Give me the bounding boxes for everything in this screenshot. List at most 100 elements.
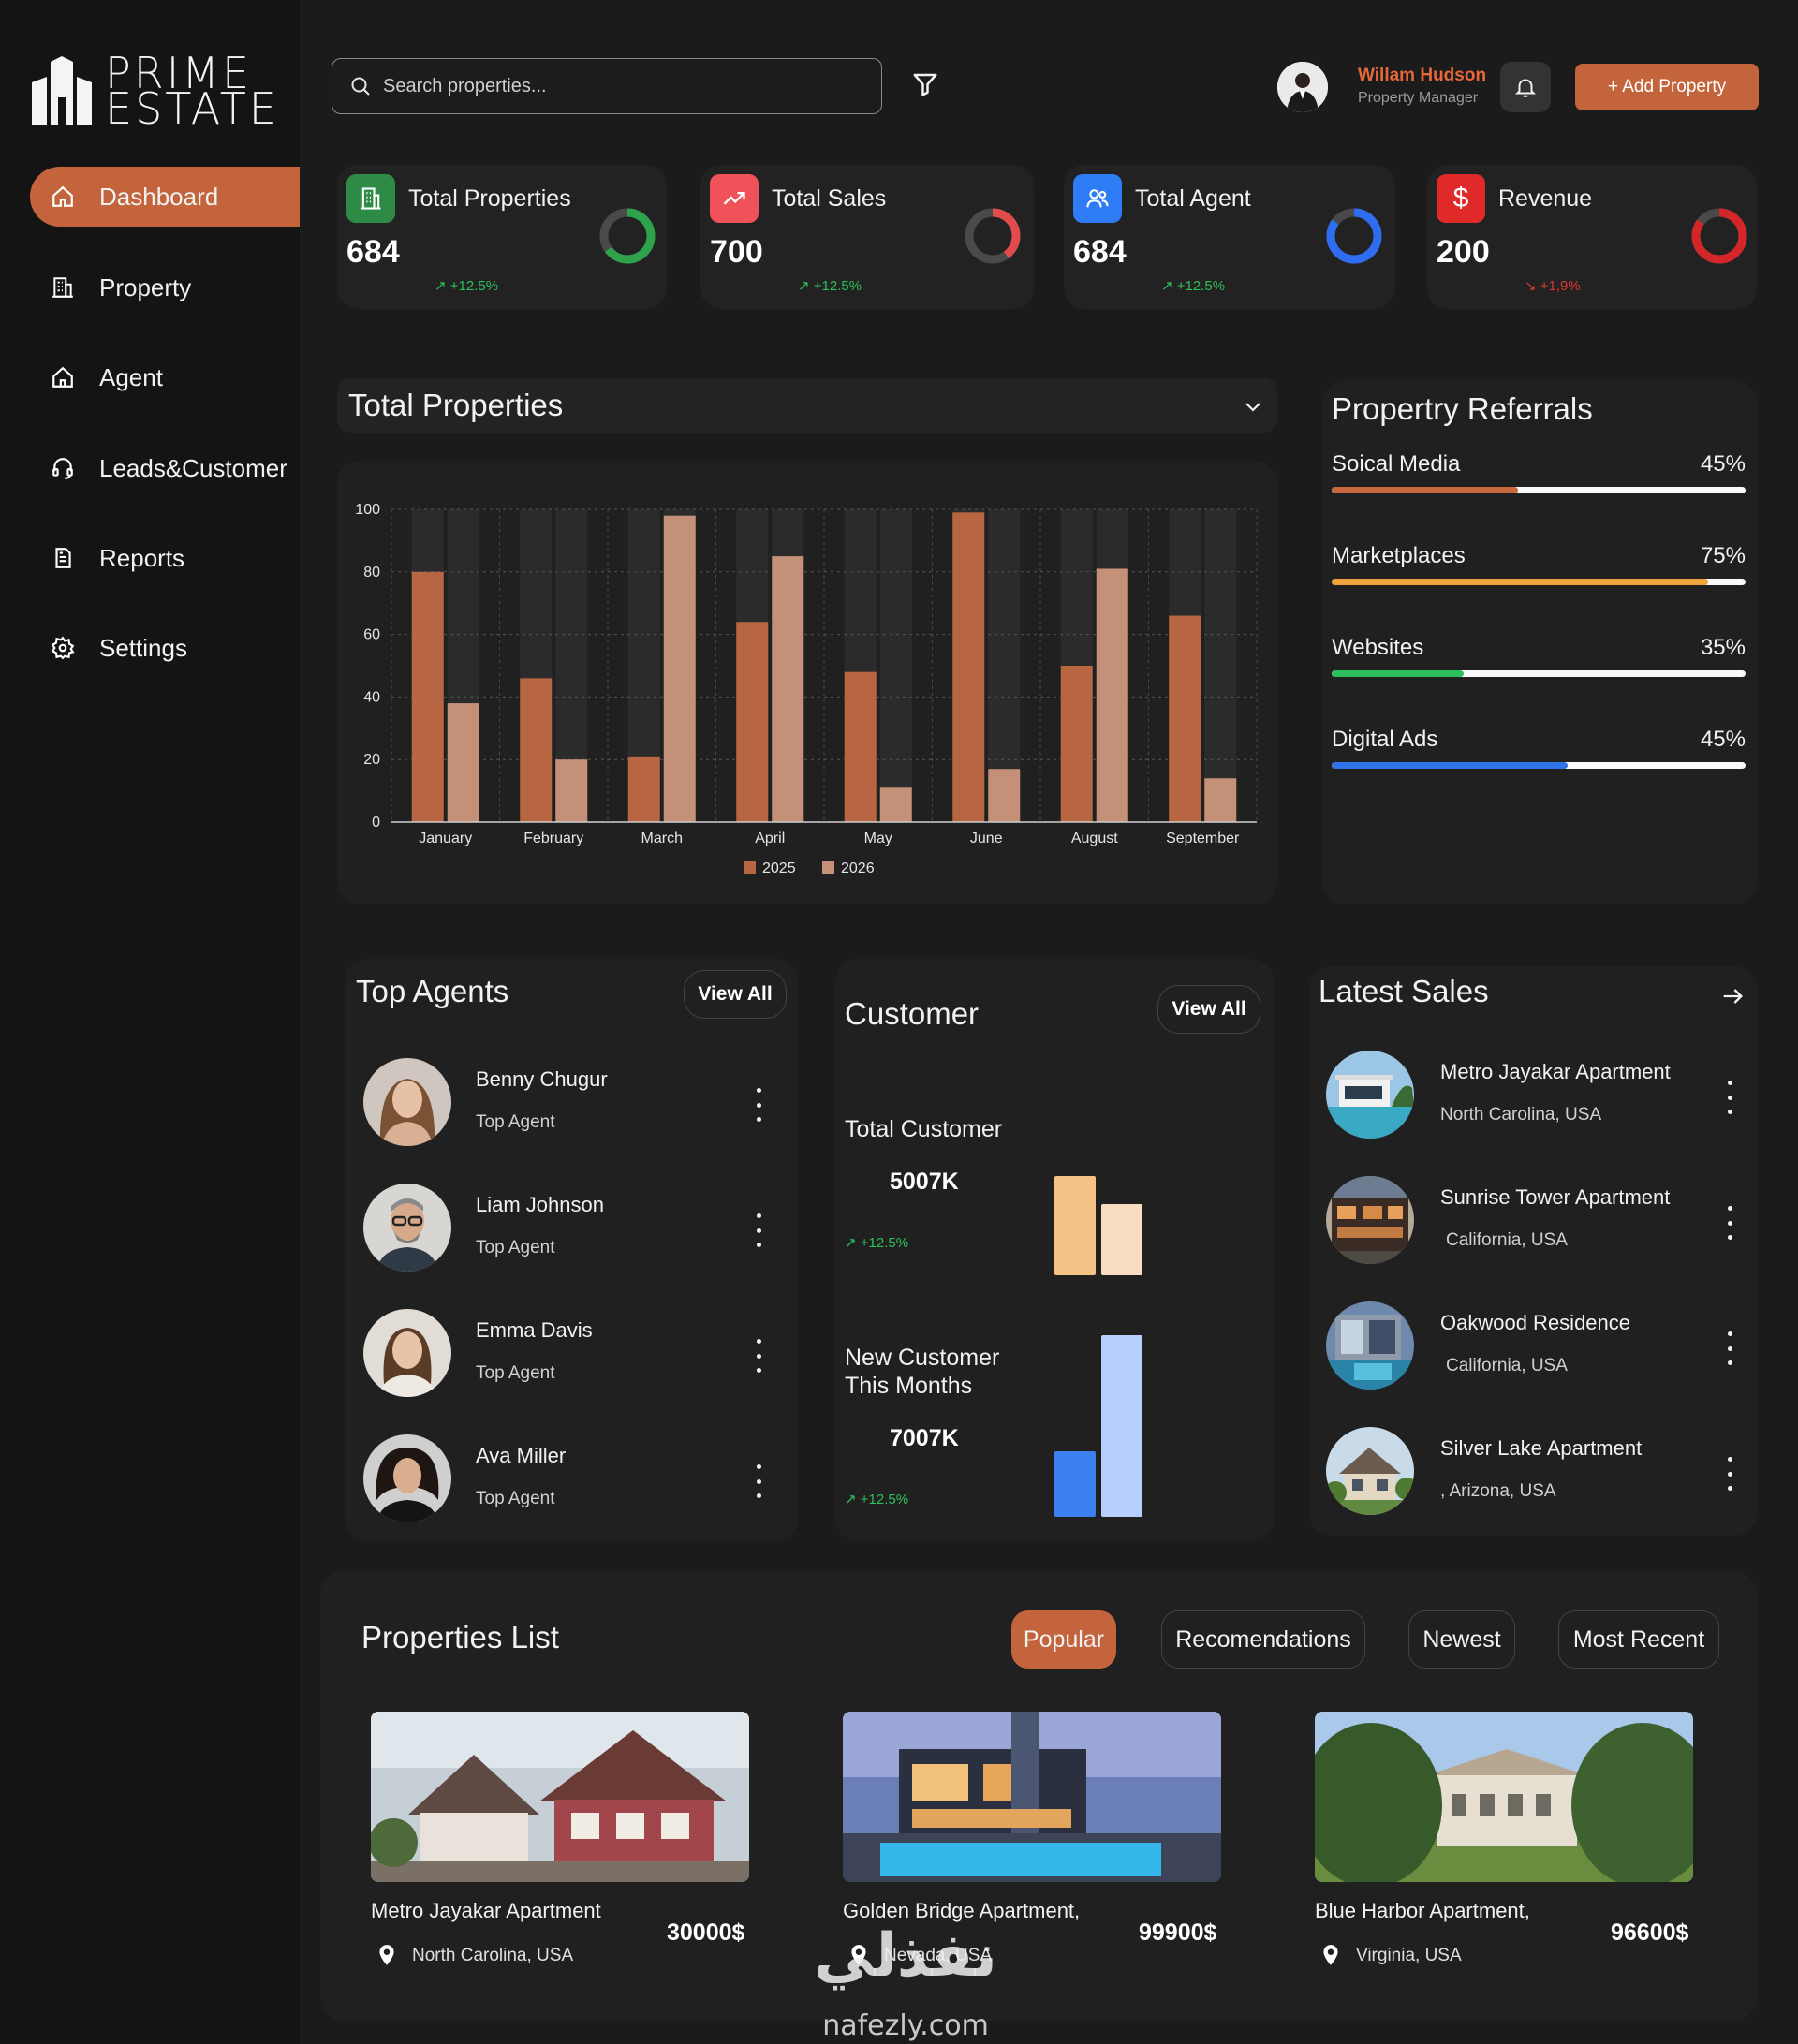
- sale-row[interactable]: Sunrise Tower Apartment California, USA: [1326, 1176, 1747, 1270]
- user-role: Property Manager: [1358, 90, 1479, 106]
- referral-progress-fill: [1332, 670, 1465, 677]
- bar-2026-january[interactable]: [447, 703, 479, 822]
- add-property-button[interactable]: + Add Property: [1575, 64, 1759, 110]
- sale-row[interactable]: Metro Jayakar Apartment North Carolina, …: [1326, 1051, 1747, 1144]
- sale-name: Silver Lake Apartment: [1440, 1436, 1643, 1460]
- referral-progress-bar: [1332, 487, 1746, 493]
- trend-up-icon: ↗: [845, 1492, 861, 1507]
- stat-trend-value: +12.5%: [1176, 278, 1226, 294]
- bar-2025-january[interactable]: [411, 571, 444, 822]
- referral-label: Websites: [1332, 635, 1424, 660]
- trend-value: +12.5%: [860, 1235, 909, 1251]
- bar-2025-june[interactable]: [952, 512, 985, 822]
- user-name[interactable]: Willam Hudson: [1358, 66, 1486, 86]
- agent-avatar: [363, 1309, 451, 1397]
- bar-2026-september[interactable]: [1204, 778, 1237, 822]
- stat-card-total-agent[interactable]: Total Agent 684 ↗ +12.5%: [1064, 165, 1395, 309]
- agent-avatar: [363, 1434, 451, 1522]
- property-image: [843, 1712, 1221, 1882]
- referral-progress-fill: [1332, 487, 1518, 493]
- sale-location: , Arizona, USA: [1440, 1481, 1556, 1501]
- tab-newest[interactable]: Newest: [1408, 1610, 1515, 1669]
- agent-role: Top Agent: [476, 1238, 555, 1257]
- stat-card-total-properties[interactable]: Total Properties 684 ↗ +12.5%: [337, 165, 667, 309]
- stat-trend: ↗ +12.5%: [435, 277, 498, 294]
- dollar-icon: $: [1437, 174, 1485, 223]
- agent-name: Ava Miller: [476, 1444, 567, 1467]
- sidebar-item-dashboard[interactable]: Dashboard: [30, 167, 300, 227]
- more-options-icon[interactable]: [1720, 1328, 1739, 1369]
- referral-progress-fill: [1332, 762, 1568, 769]
- sidebar-item-label: Agent: [99, 362, 163, 391]
- bar-2026-march[interactable]: [663, 515, 696, 822]
- stat-trend-value: +12.5%: [450, 278, 499, 294]
- more-options-icon[interactable]: [1720, 1077, 1739, 1118]
- referral-percent: 35%: [1700, 635, 1746, 660]
- stat-trend: ↘ +1,9%: [1525, 277, 1581, 294]
- more-options-icon[interactable]: [749, 1335, 768, 1376]
- notification-button[interactable]: [1500, 62, 1551, 112]
- chevron-down-icon[interactable]: [1242, 395, 1264, 418]
- bar-2025-march[interactable]: [627, 756, 660, 822]
- sidebar-item-property[interactable]: Property: [30, 257, 300, 317]
- trend-down-icon: ↘: [1525, 278, 1540, 294]
- bar-2025-may[interactable]: [844, 671, 877, 822]
- watermark-latin: nafezly.com: [822, 2009, 989, 2042]
- more-options-icon[interactable]: [749, 1461, 768, 1502]
- property-location: Virginia, USA: [1356, 1946, 1462, 1965]
- more-options-icon[interactable]: [749, 1210, 768, 1251]
- trend-up-icon: ↗: [435, 278, 450, 294]
- y-tick-label: 0: [372, 815, 380, 831]
- bar-2026-august[interactable]: [1096, 568, 1128, 822]
- search-box[interactable]: [332, 58, 882, 114]
- more-options-icon[interactable]: [749, 1084, 768, 1125]
- sidebar-item-settings[interactable]: Settings: [30, 618, 300, 678]
- x-tick-label: March: [641, 831, 683, 846]
- brand-logo[interactable]: PRIME ESTATE: [30, 51, 276, 131]
- y-tick-label: 40: [363, 689, 380, 705]
- stat-card-revenue[interactable]: $ Revenue 200 ↘ +1,9%: [1427, 165, 1757, 309]
- sidebar-item-agent[interactable]: Agent: [30, 347, 300, 407]
- logo-mark-icon: [32, 56, 92, 125]
- view-all-customers-button[interactable]: View All: [1157, 985, 1260, 1034]
- bar-background: [879, 509, 912, 822]
- arrow-right-icon[interactable]: [1719, 983, 1746, 1009]
- sidebar-item-label: Settings: [99, 633, 187, 662]
- trend-up-icon: [710, 174, 759, 223]
- view-all-agents-button[interactable]: View All: [684, 970, 787, 1019]
- bar-2026-may[interactable]: [879, 787, 912, 822]
- bar-2026-february[interactable]: [555, 759, 588, 822]
- more-options-icon[interactable]: [1720, 1453, 1739, 1494]
- tab-most-recent[interactable]: Most Recent: [1558, 1610, 1719, 1669]
- more-options-icon[interactable]: [1720, 1202, 1739, 1243]
- property-referrals-card: Propertry Referrals Soical Media 45% Mar…: [1322, 380, 1757, 904]
- total-customer-value: 5007K: [890, 1169, 959, 1195]
- bar-2026-april[interactable]: [772, 556, 804, 822]
- stat-card-total-sales[interactable]: Total Sales 700 ↗ +12.5%: [700, 165, 1034, 309]
- tab-recomendations[interactable]: Recomendations: [1161, 1610, 1365, 1669]
- agent-row[interactable]: Emma Davis Top Agent: [363, 1309, 785, 1403]
- tab-popular[interactable]: Popular: [1011, 1610, 1116, 1669]
- referral-label: Soical Media: [1332, 451, 1461, 477]
- bar-2025-february[interactable]: [520, 678, 553, 822]
- sale-name: Oakwood Residence: [1440, 1311, 1631, 1334]
- filter-icon[interactable]: [911, 70, 943, 102]
- referral-percent: 45%: [1700, 727, 1746, 752]
- user-avatar[interactable]: [1277, 62, 1328, 112]
- sidebar-item-reports[interactable]: Reports: [30, 528, 300, 588]
- sale-row[interactable]: Silver Lake Apartment , Arizona, USA: [1326, 1427, 1747, 1521]
- bar-2025-august[interactable]: [1060, 666, 1093, 822]
- sidebar-item-leads-customer[interactable]: Leads&Customer: [30, 438, 300, 498]
- bar-2025-april[interactable]: [736, 622, 769, 822]
- x-tick-label: May: [864, 831, 892, 846]
- property-location: North Carolina, USA: [412, 1946, 574, 1965]
- agent-row[interactable]: Benny Chugur Top Agent: [363, 1058, 785, 1152]
- search-input[interactable]: [383, 75, 851, 97]
- bar-2026-june[interactable]: [988, 769, 1021, 822]
- bar-2025-september[interactable]: [1169, 615, 1201, 822]
- total-properties-header[interactable]: Total Properties: [337, 378, 1277, 433]
- agent-row[interactable]: Liam Johnson Top Agent: [363, 1184, 785, 1277]
- sale-row[interactable]: Oakwood Residence California, USA: [1326, 1301, 1747, 1395]
- x-tick-label: February: [523, 831, 583, 846]
- agent-row[interactable]: Ava Miller Top Agent: [363, 1434, 785, 1528]
